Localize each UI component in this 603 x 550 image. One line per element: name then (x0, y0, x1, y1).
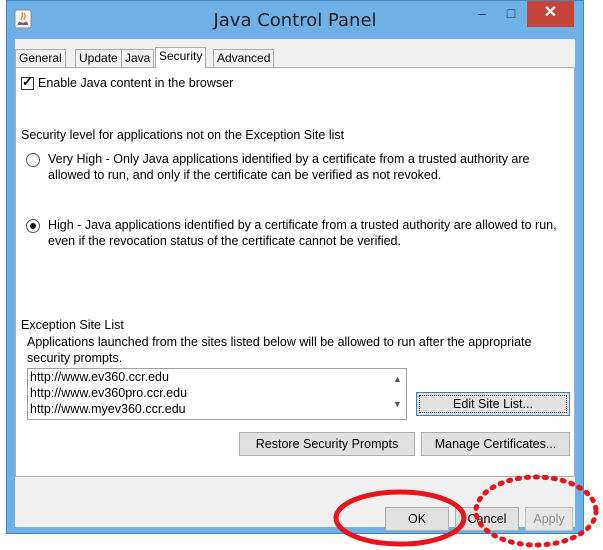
restore-security-prompts-button[interactable]: Restore Security Prompts (239, 432, 415, 456)
very-high-label[interactable]: Very High - Only Java applications ident… (48, 151, 558, 183)
maximize-icon: □ (506, 5, 516, 21)
exception-site-list-heading: Exception Site List (21, 318, 124, 332)
window-title: Java Control Panel (213, 10, 377, 31)
minimize-icon: – (478, 5, 486, 21)
list-item[interactable]: http://www.ev360.ccr.edu (30, 370, 169, 384)
java-control-panel-window: Java Control Panel – □ ✕ General Update … (6, 0, 584, 534)
tab-general[interactable]: General (15, 49, 66, 67)
manage-certificates-button[interactable]: Manage Certificates... (421, 432, 570, 456)
tab-strip: General Update Java Security Advanced (15, 47, 575, 68)
title-bar[interactable]: Java Control Panel – □ ✕ (7, 1, 583, 39)
exception-site-listbox[interactable]: http://www.ev360.ccr.edu http://www.ev36… (27, 368, 407, 420)
close-button[interactable]: ✕ (527, 1, 574, 27)
high-label[interactable]: High - Java applications identified by a… (48, 217, 563, 249)
minimize-button[interactable]: – (469, 1, 495, 27)
client-area: General Update Java Security Advanced ✓ … (15, 39, 575, 531)
radio-selected-dot (30, 223, 36, 229)
exception-description: Applications launched from the sites lis… (27, 335, 532, 365)
enable-java-checkbox[interactable]: ✓ (21, 74, 34, 90)
tab-security[interactable]: Security (155, 47, 207, 68)
focus-rect (419, 395, 567, 413)
maximize-button[interactable]: □ (498, 1, 524, 27)
very-high-radio[interactable] (26, 153, 40, 167)
enable-java-label[interactable]: Enable Java content in the browser (38, 76, 233, 90)
edit-site-list-button[interactable]: Edit Site List... (416, 392, 570, 416)
scroll-up-icon[interactable]: ▲ (389, 374, 406, 390)
tab-java[interactable]: Java (121, 49, 155, 67)
security-panel: ✓ Enable Java content in the browser Sec… (15, 67, 575, 477)
apply-button[interactable]: Apply (525, 507, 573, 531)
ok-button[interactable]: OK (385, 507, 449, 531)
high-radio[interactable] (26, 219, 40, 233)
security-level-heading: Security level for applications not on t… (21, 128, 345, 142)
list-scrollbar[interactable]: ▲ ▼ (389, 369, 406, 419)
tab-advanced[interactable]: Advanced (213, 49, 275, 67)
scroll-down-icon[interactable]: ▼ (389, 399, 406, 415)
tab-update[interactable]: Update (75, 49, 122, 67)
cancel-button[interactable]: Cancel (455, 507, 519, 531)
close-icon: ✕ (543, 4, 558, 21)
list-item[interactable]: http://www.ev360pro.ccr.edu (30, 386, 187, 400)
list-item[interactable]: http://www.myev360.ccr.edu (30, 402, 186, 416)
checkmark-icon: ✓ (22, 74, 33, 89)
